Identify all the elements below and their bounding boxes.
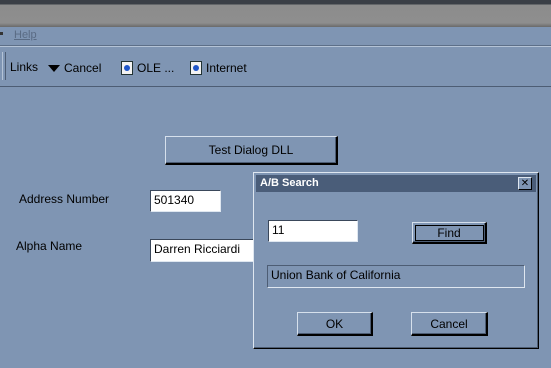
search-input[interactable]: 11 <box>268 220 358 242</box>
cancel-tool-button[interactable]: Cancel <box>48 61 101 75</box>
menu-help[interactable]: Help <box>14 29 37 41</box>
ab-search-dialog: A/B Search ✕ 11 Find Union Bank of Calif… <box>253 172 539 349</box>
alpha-name-field[interactable]: Darren Ricciardi <box>150 239 256 262</box>
ole-tool-button[interactable]: OLE ... <box>121 61 174 75</box>
dialog-title: A/B Search <box>260 177 319 189</box>
toolbar-grip[interactable] <box>2 52 6 80</box>
internet-document-icon <box>190 61 202 75</box>
cancel-tool-label: Cancel <box>64 61 102 75</box>
links-label: Links <box>10 60 39 74</box>
result-field[interactable]: Union Bank of California <box>267 265 525 288</box>
document-icon <box>121 61 133 75</box>
internet-tool-button[interactable]: Internet <box>190 61 247 75</box>
links-menu[interactable]: Links <box>10 60 38 74</box>
ok-button[interactable]: OK <box>297 312 373 336</box>
address-number-label: Address Number <box>19 192 110 206</box>
ole-tool-label: OLE ... <box>137 61 175 75</box>
toolbar: Links Cancel OLE ... Internet <box>0 46 551 87</box>
find-button[interactable]: Find <box>412 222 487 244</box>
address-number-field[interactable]: 501340 <box>150 190 221 212</box>
internet-tool-label: Internet <box>206 61 247 75</box>
menu-bar: Help <box>0 27 551 46</box>
test-dialog-dll-button[interactable]: Test Dialog DLL <box>165 136 338 165</box>
dialog-title-bar[interactable]: A/B Search ✕ <box>256 175 536 192</box>
close-icon[interactable]: ✕ <box>518 177 532 190</box>
arrow-down-icon <box>48 64 60 72</box>
alpha-name-label: Alpha Name <box>16 239 83 253</box>
cancel-button[interactable]: Cancel <box>411 312 488 336</box>
menu-marker <box>0 32 3 35</box>
window-title-bar <box>0 0 551 27</box>
